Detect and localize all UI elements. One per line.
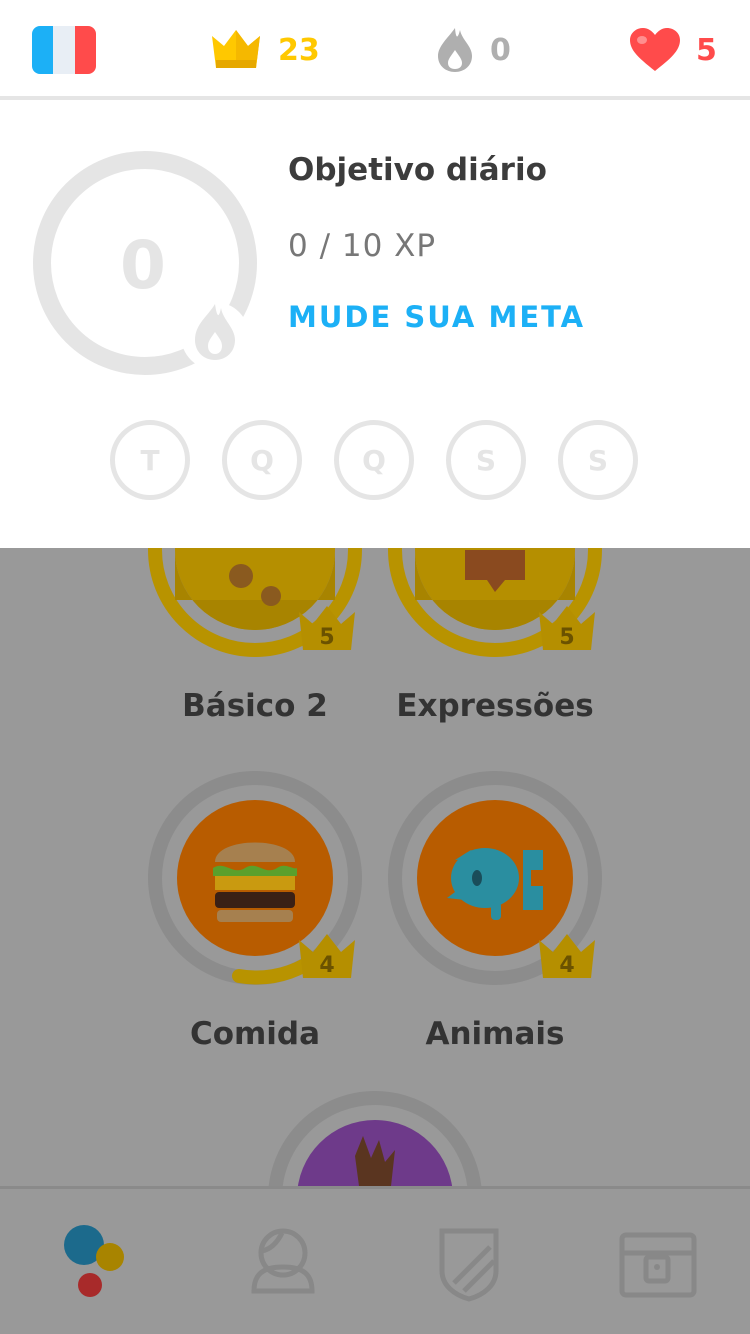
week-days-row: T Q Q S S	[110, 420, 638, 500]
day-circle: Q	[334, 420, 414, 500]
bottom-navigation	[0, 1186, 750, 1334]
skill-icon-next	[268, 1091, 482, 1186]
skill-tree-overlay[interactable]: 5 Básico 2 5 Expressões 4 Comida 4 Anima…	[0, 548, 750, 1186]
goal-title: Objetivo diário	[288, 152, 547, 188]
crowns-count: 23	[278, 32, 320, 68]
skill-basico-2[interactable]: 5 Básico 2	[135, 548, 375, 724]
day-circle: S	[446, 420, 526, 500]
shop-tab[interactable]	[612, 1219, 702, 1309]
learn-icon	[64, 1225, 124, 1297]
crown-level-badge: 4	[539, 934, 595, 978]
streak-counter[interactable]: 0	[434, 26, 511, 74]
change-goal-link[interactable]: MUDE SUA META	[288, 300, 585, 334]
skill-level: 5	[559, 625, 574, 650]
goal-progress-text: 0 / 10 XP	[288, 228, 437, 264]
profile-icon	[251, 1228, 315, 1294]
shield-icon	[439, 1228, 499, 1302]
streak-flame-icon	[438, 28, 472, 72]
heart-icon	[630, 28, 680, 71]
day-circle: S	[558, 420, 638, 500]
crown-level-badge: 4	[299, 934, 355, 978]
skill-name: Básico 2	[182, 688, 328, 724]
france-flag-icon[interactable]	[32, 26, 96, 74]
learn-tab[interactable]	[58, 1219, 148, 1309]
daily-goal-panel: 0 Objetivo diário 0 / 10 XP MUDE SUA MET…	[0, 104, 750, 548]
top-status-bar: 23 0 5	[0, 0, 750, 100]
crowns-counter[interactable]: 23	[208, 26, 320, 74]
crown-level-badge: 5	[539, 606, 595, 650]
profile-tab[interactable]	[238, 1219, 328, 1309]
skill-expressoes[interactable]: 5 Expressões	[375, 548, 615, 724]
skill-comida[interactable]: 4 Comida	[135, 758, 375, 1052]
burger-icon	[213, 842, 297, 922]
day-circle: Q	[222, 420, 302, 500]
hearts-counter[interactable]: 5	[628, 26, 717, 74]
skill-level: 4	[559, 953, 574, 978]
skill-name: Animais	[425, 1016, 565, 1052]
treasure-chest-icon	[619, 1232, 697, 1298]
hearts-count: 5	[696, 32, 717, 68]
crown-level-badge: 5	[299, 606, 355, 650]
leagues-tab[interactable]	[424, 1219, 514, 1309]
day-circle: T	[110, 420, 190, 500]
skill-animais[interactable]: 4 Animais	[375, 758, 615, 1052]
skill-level: 4	[319, 953, 334, 978]
crown-icon	[212, 30, 260, 68]
goal-flame-icon	[181, 302, 249, 370]
streak-count: 0	[490, 32, 511, 68]
skill-level: 5	[319, 625, 334, 650]
skill-name: Comida	[189, 1016, 321, 1052]
daily-goal-ring: 0	[33, 151, 257, 375]
skill-name: Expressões	[396, 688, 594, 724]
goal-ring-value: 0	[120, 227, 166, 304]
skill-next[interactable]	[255, 1078, 495, 1186]
